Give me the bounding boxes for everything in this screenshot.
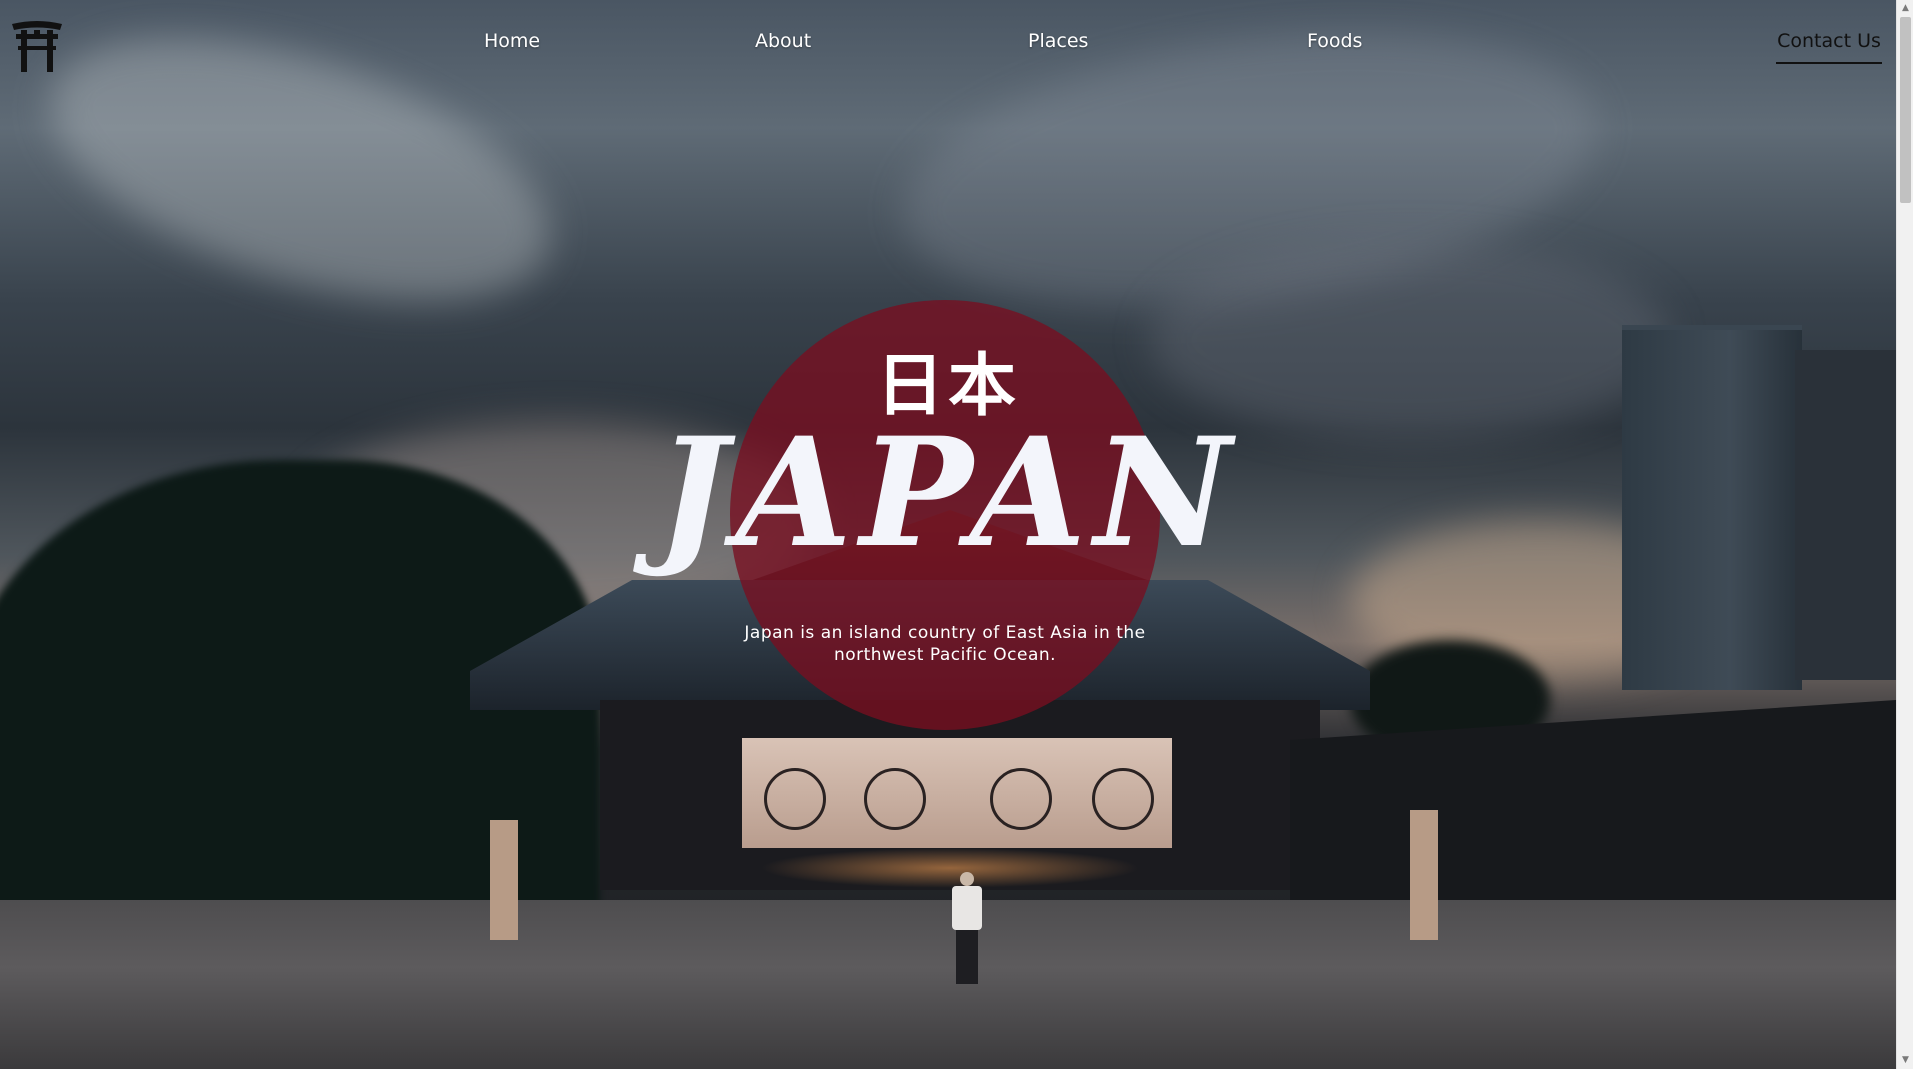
hero-subtitle: Japan is an island country of East Asia … [744, 623, 1146, 665]
page-scrollbar[interactable]: ▲ ▼ [1896, 0, 1913, 1069]
scroll-up-arrow-icon[interactable]: ▲ [1897, 0, 1913, 17]
person-figure [948, 872, 986, 984]
nav-contact-button[interactable]: Contact Us [1776, 30, 1882, 64]
chrysanthemum-crest-icon [764, 768, 826, 830]
chrysanthemum-crest-icon [990, 768, 1052, 830]
nav-foods-link[interactable]: Foods [1307, 30, 1362, 52]
torii-gate-icon[interactable] [10, 18, 64, 72]
chrysanthemum-crest-icon [1092, 768, 1154, 830]
scrollbar-thumb[interactable] [1900, 17, 1911, 203]
hero-title: JAPAN [656, 405, 1240, 581]
cloud [18, 0, 582, 355]
scroll-down-arrow-icon[interactable]: ▼ [1897, 1052, 1913, 1069]
nav-places-link[interactable]: Places [1028, 30, 1088, 52]
stone-lantern [490, 820, 518, 940]
chrysanthemum-crest-icon [864, 768, 926, 830]
stone-lantern [1410, 810, 1438, 940]
nav-about-link[interactable]: About [755, 30, 811, 52]
nav-home-link[interactable]: Home [484, 30, 540, 52]
